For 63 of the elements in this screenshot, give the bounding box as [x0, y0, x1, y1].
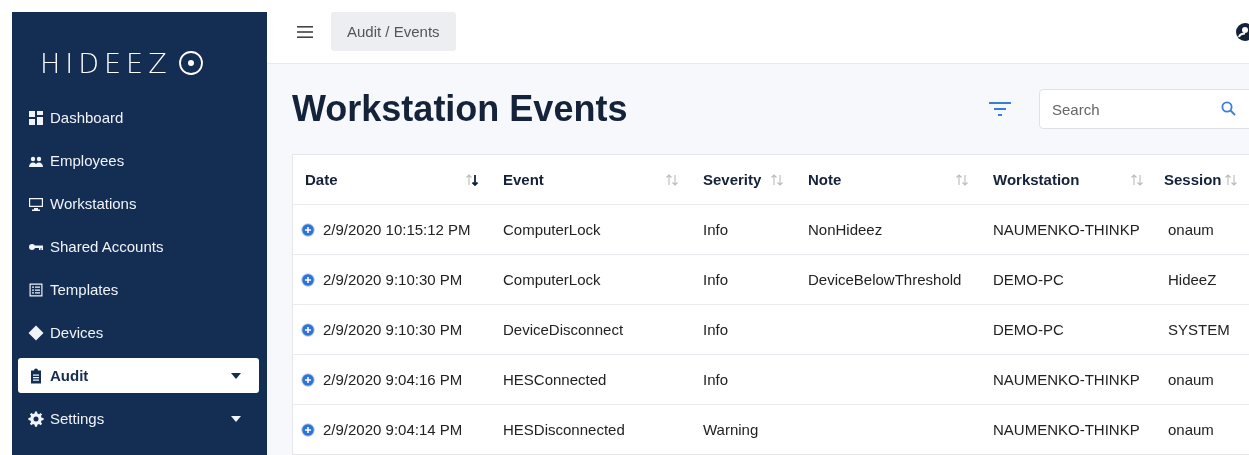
sidebar-item[interactable]: Templates	[18, 272, 259, 307]
sort-icon[interactable]	[465, 173, 479, 186]
table-cell: DEMO-PC	[993, 321, 1064, 338]
search-icon[interactable]	[1221, 101, 1236, 116]
table-cell: onaum	[1168, 371, 1214, 388]
sidebar-item[interactable]: Employees	[18, 143, 259, 178]
table-cell: DEMO-PC	[993, 271, 1064, 288]
table-cell: HESDisconnected	[503, 421, 625, 438]
table-cell: NonHideez	[808, 221, 883, 238]
table-cell: Info	[703, 221, 729, 238]
column-header[interactable]: Event	[491, 171, 691, 188]
column-header[interactable]: Severity	[691, 171, 796, 188]
gear-icon	[28, 410, 44, 427]
logo-text: HIDEEZ	[40, 47, 172, 79]
table-cell: Info	[703, 321, 729, 338]
table-cell: onaum	[1168, 221, 1214, 238]
table-cell: 2/9/2020 9:10:30 PM	[323, 271, 463, 288]
sidebar-item[interactable]: Devices	[18, 315, 259, 350]
table-cell: SYSTEM	[1168, 321, 1230, 338]
sidebar-item[interactable]: Settings	[18, 401, 259, 436]
table-cell: NAUMENKO-THINKP	[993, 371, 1140, 388]
sidebar-item[interactable]: Shared Accounts	[18, 229, 259, 264]
menu-icon[interactable]	[297, 25, 313, 38]
filter-icon[interactable]	[989, 101, 1011, 117]
table-cell: ComputerLock	[503, 271, 601, 288]
expand-icon[interactable]	[301, 322, 315, 337]
breadcrumb[interactable]: Audit / Events	[331, 12, 456, 51]
key-icon	[28, 242, 44, 251]
table-cell: NAUMENKO-THINKP	[993, 221, 1140, 238]
table-cell: 2/9/2020 10:15:12 PM	[323, 221, 471, 238]
table-cell: 2/9/2020 9:04:16 PM	[323, 371, 463, 388]
table-cell: ComputerLock	[503, 221, 601, 238]
table-cell: Warning	[703, 421, 759, 438]
table-cell: Info	[703, 371, 729, 388]
sidebar-item[interactable]: Workstations	[18, 186, 259, 221]
table-cell: onaum	[1168, 421, 1214, 438]
table-cell: NAUMENKO-THINKP	[993, 421, 1140, 438]
logo-icon	[177, 50, 204, 76]
expand-icon[interactable]	[301, 422, 315, 437]
table-cell: 2/9/2020 9:04:14 PM	[323, 421, 463, 438]
column-header[interactable]: Note	[796, 171, 981, 188]
dashboard-icon	[28, 109, 44, 126]
sidebar-item[interactable]: Audit	[18, 358, 259, 393]
table-cell: DeviceDisconnect	[503, 321, 624, 338]
table-cell: Info	[703, 271, 729, 288]
expand-icon[interactable]	[301, 372, 315, 387]
diamond-icon	[28, 324, 44, 341]
clipboard-icon	[28, 367, 44, 384]
column-header[interactable]: Session	[1156, 171, 1249, 188]
table-cell: HideeZ	[1168, 271, 1217, 288]
monitor-icon	[28, 195, 44, 212]
table-cell: 2/9/2020 9:10:30 PM	[323, 321, 463, 338]
list-icon	[28, 281, 44, 298]
page-title: Workstation Events	[292, 88, 628, 130]
table-cell: HESConnected	[503, 371, 607, 388]
expand-icon[interactable]	[301, 272, 315, 287]
sidebar-item[interactable]: Dashboard	[18, 100, 259, 135]
expand-icon[interactable]	[301, 222, 315, 237]
table-cell: DeviceBelowThreshold	[808, 271, 962, 288]
column-header[interactable]: Workstation	[981, 171, 1156, 188]
user-icon[interactable]	[1235, 21, 1249, 42]
column-header[interactable]: Date	[293, 171, 491, 188]
search-field[interactable]: Search	[1039, 89, 1249, 129]
